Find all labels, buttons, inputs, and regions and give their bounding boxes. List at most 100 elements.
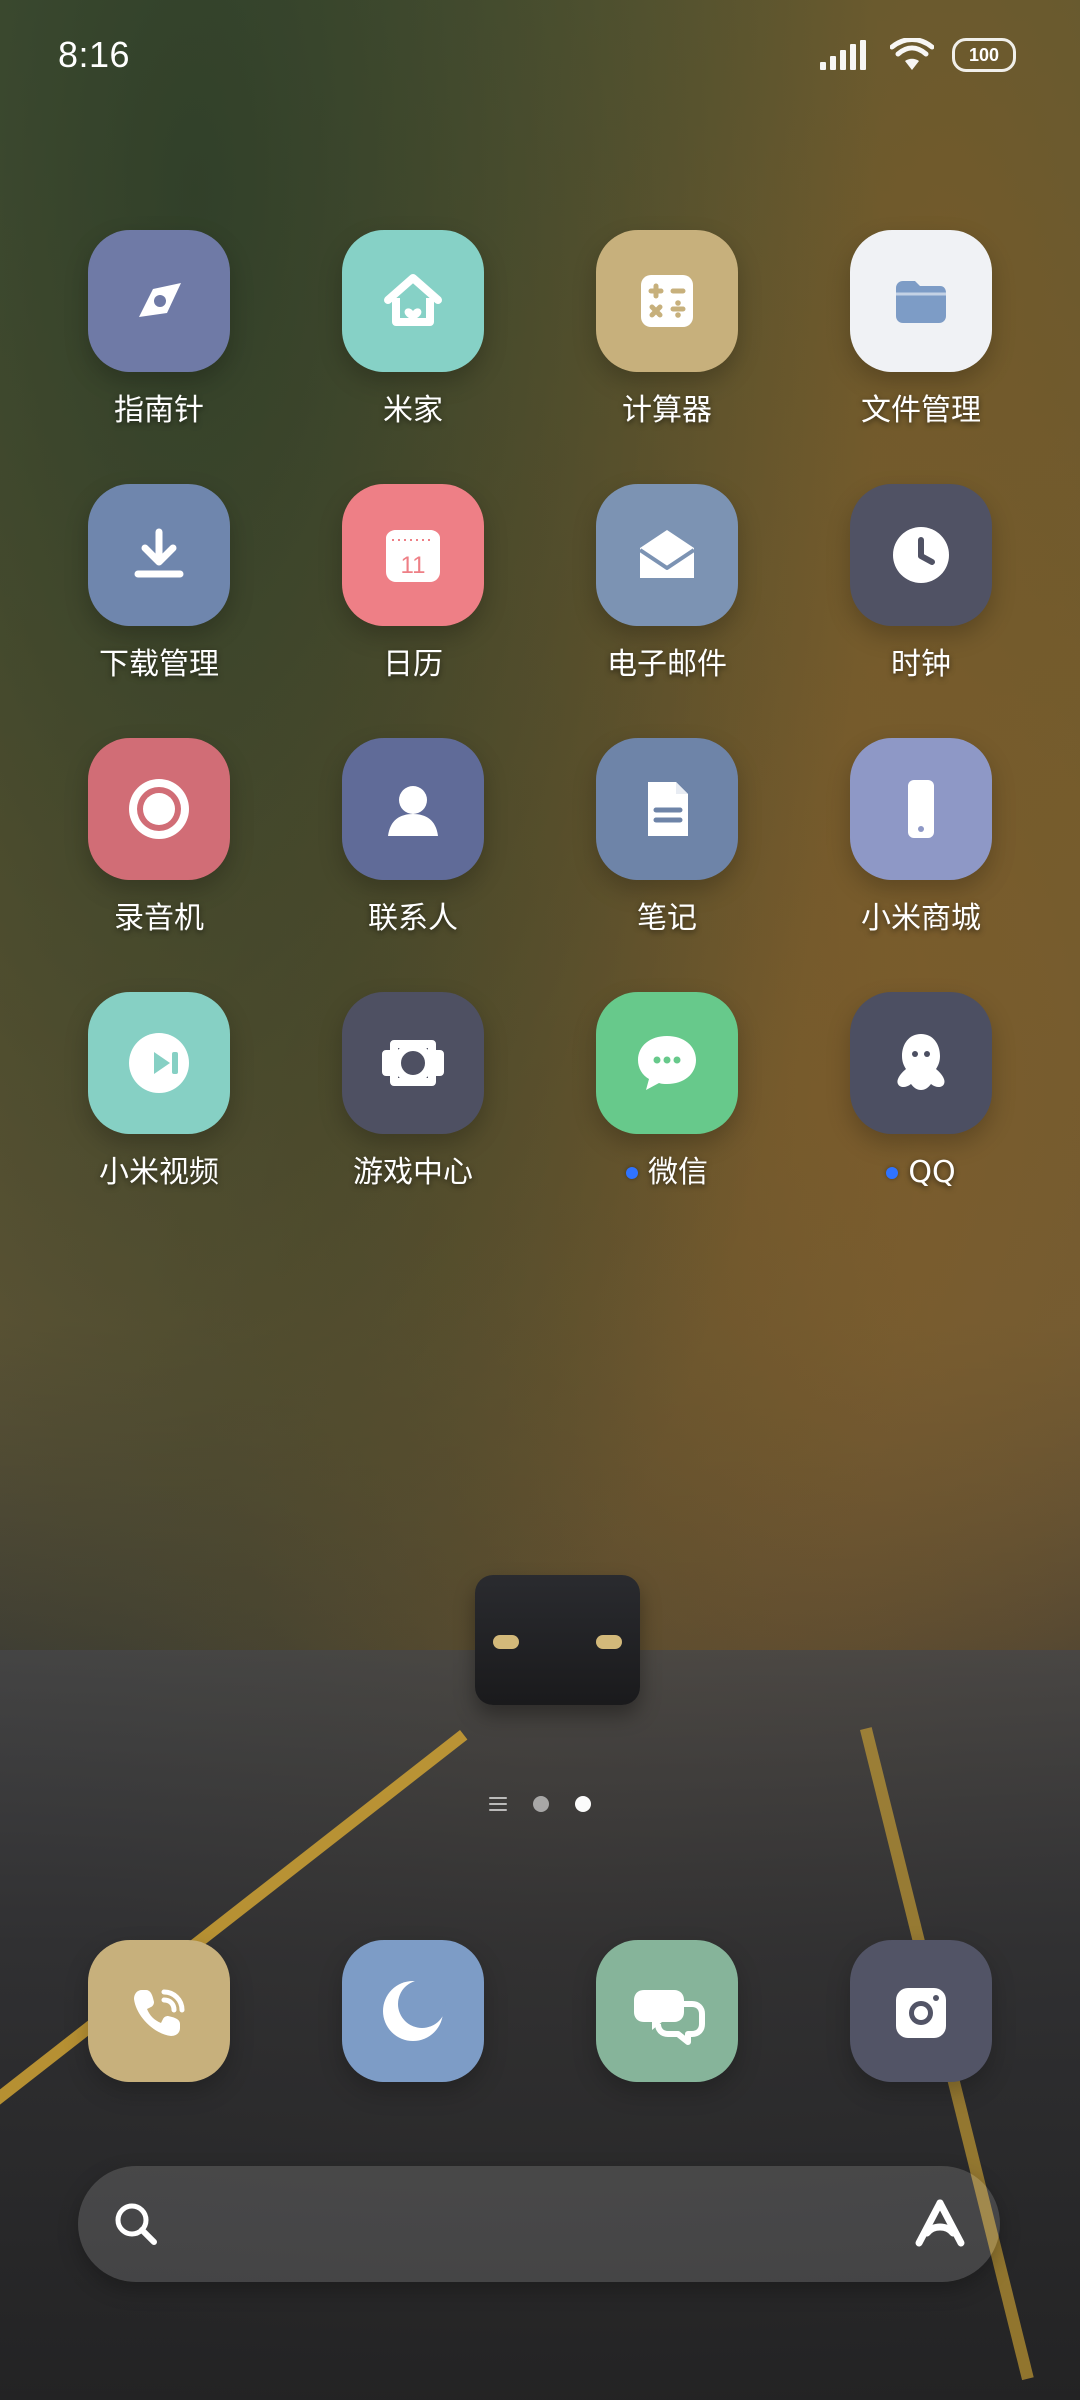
game-controller-icon (382, 1040, 444, 1086)
calculator-icon (641, 275, 693, 327)
app-name: 计算器 (622, 393, 712, 428)
clock-icon (893, 527, 949, 583)
app-game-center[interactable]: 游戏中心 (286, 992, 540, 1212)
app-email[interactable]: 电子邮件 (540, 484, 794, 704)
app-name: 下载管理 (99, 647, 219, 682)
app-name: 笔记 (637, 901, 697, 936)
app-clock[interactable]: 时钟 (794, 484, 1048, 704)
app-label: 笔记 (637, 900, 697, 938)
app-calendar-icon: 11 (342, 484, 484, 626)
app-clock-icon (850, 484, 992, 626)
app-mijia[interactable]: 米家 (286, 230, 540, 450)
dock-browser[interactable] (286, 1940, 540, 2090)
search-input-area[interactable] (194, 2166, 880, 2282)
status-bar: 8:16 100 (0, 0, 1080, 110)
dock-messages[interactable] (540, 1940, 794, 2090)
app-label: 录音机 (114, 900, 204, 938)
unread-dot (886, 1167, 899, 1179)
app-name: 小米视频 (99, 1155, 219, 1190)
app-name: 录音机 (114, 901, 204, 936)
calendar-icon: 11 (386, 530, 440, 582)
dock-phone-icon (88, 1940, 230, 2082)
app-name: 电子邮件 (607, 647, 727, 682)
app-notes-icon (596, 738, 738, 880)
app-calendar[interactable]: 11 日历 (286, 484, 540, 704)
app-wechat[interactable]: 微信 (540, 992, 794, 1212)
battery-level: 100 (968, 45, 1000, 65)
xiaoai-assistant-icon (915, 2199, 965, 2247)
dock-camera[interactable] (794, 1940, 1048, 2090)
note-icon (648, 782, 688, 836)
app-contacts-icon (342, 738, 484, 880)
app-qq-icon (850, 992, 992, 1134)
app-name: 时钟 (891, 647, 951, 682)
camera-icon (896, 1988, 946, 2038)
dock (0, 1940, 1080, 2090)
search-button[interactable] (78, 2166, 194, 2282)
app-name: 微信 (648, 1155, 708, 1190)
search-icon (115, 2203, 157, 2245)
dock-messages-icon (596, 1940, 738, 2082)
status-icons: 100 (820, 38, 1016, 72)
app-contacts[interactable]: 联系人 (286, 738, 540, 958)
chat-bubble-icon (638, 1036, 696, 1090)
status-time: 8:16 (58, 34, 131, 75)
app-compass-icon (88, 230, 230, 372)
app-name: 米家 (383, 393, 443, 428)
calendar-day: 11 (401, 552, 426, 579)
envelope-icon (638, 530, 696, 578)
compass-icon (139, 283, 181, 317)
app-name: 小米商城 (861, 901, 981, 936)
app-label: 下载管理 (99, 646, 219, 684)
page-dot-active (575, 1796, 591, 1812)
app-mi-video-icon (88, 992, 230, 1134)
browser-moon-icon (383, 1980, 446, 2041)
app-compass[interactable]: 指南针 (32, 230, 286, 450)
app-label: 时钟 (891, 646, 951, 684)
person-icon (388, 786, 438, 836)
assistant-button[interactable] (880, 2166, 1000, 2282)
app-mi-store-icon (850, 738, 992, 880)
app-label: 指南针 (114, 392, 204, 430)
app-files[interactable]: 文件管理 (794, 230, 1048, 450)
app-name: 游戏中心 (353, 1155, 473, 1190)
app-name: QQ (908, 1155, 956, 1190)
app-recorder[interactable]: 录音机 (32, 738, 286, 958)
phone-call-icon (134, 1989, 185, 2036)
page-dot (533, 1796, 549, 1812)
app-label: 小米视频 (99, 1154, 219, 1192)
page-list-icon (489, 1797, 507, 1811)
app-files-icon (850, 230, 992, 372)
app-label: 微信 (626, 1154, 708, 1192)
page-indicator (0, 1792, 1080, 1816)
cellular-signal-icon (820, 40, 872, 70)
messages-icon (634, 1990, 705, 2045)
app-label: 联系人 (368, 900, 458, 938)
app-label: 计算器 (622, 392, 712, 430)
app-wechat-icon (596, 992, 738, 1134)
wifi-icon (890, 38, 934, 70)
folder-icon (896, 281, 946, 323)
dock-phone[interactable] (32, 1940, 286, 2090)
download-icon (134, 528, 184, 578)
app-name: 指南针 (114, 393, 204, 428)
app-label: 日历 (383, 646, 443, 684)
app-name: 日历 (383, 647, 443, 682)
app-notes[interactable]: 笔记 (540, 738, 794, 958)
app-calculator[interactable]: 计算器 (540, 230, 794, 450)
app-mi-video[interactable]: 小米视频 (32, 992, 286, 1212)
penguin-icon (897, 1034, 945, 1090)
app-downloads[interactable]: 下载管理 (32, 484, 286, 704)
home-icon (384, 274, 442, 326)
app-grid: 指南针 米家 计算器 文件管理 下载管理 11 日历 电子邮件 时钟 录音机 联… (0, 230, 1080, 1250)
app-label: 游戏中心 (353, 1154, 473, 1192)
search-bar[interactable] (78, 2166, 1000, 2282)
video-play-icon (129, 1033, 189, 1093)
app-mi-store[interactable]: 小米商城 (794, 738, 1048, 958)
app-mijia-icon (342, 230, 484, 372)
battery-indicator: 100 (952, 38, 1016, 72)
app-qq[interactable]: QQ (794, 992, 1048, 1212)
app-name: 文件管理 (861, 393, 981, 428)
phone-icon (908, 780, 934, 838)
app-label: 米家 (383, 392, 443, 430)
